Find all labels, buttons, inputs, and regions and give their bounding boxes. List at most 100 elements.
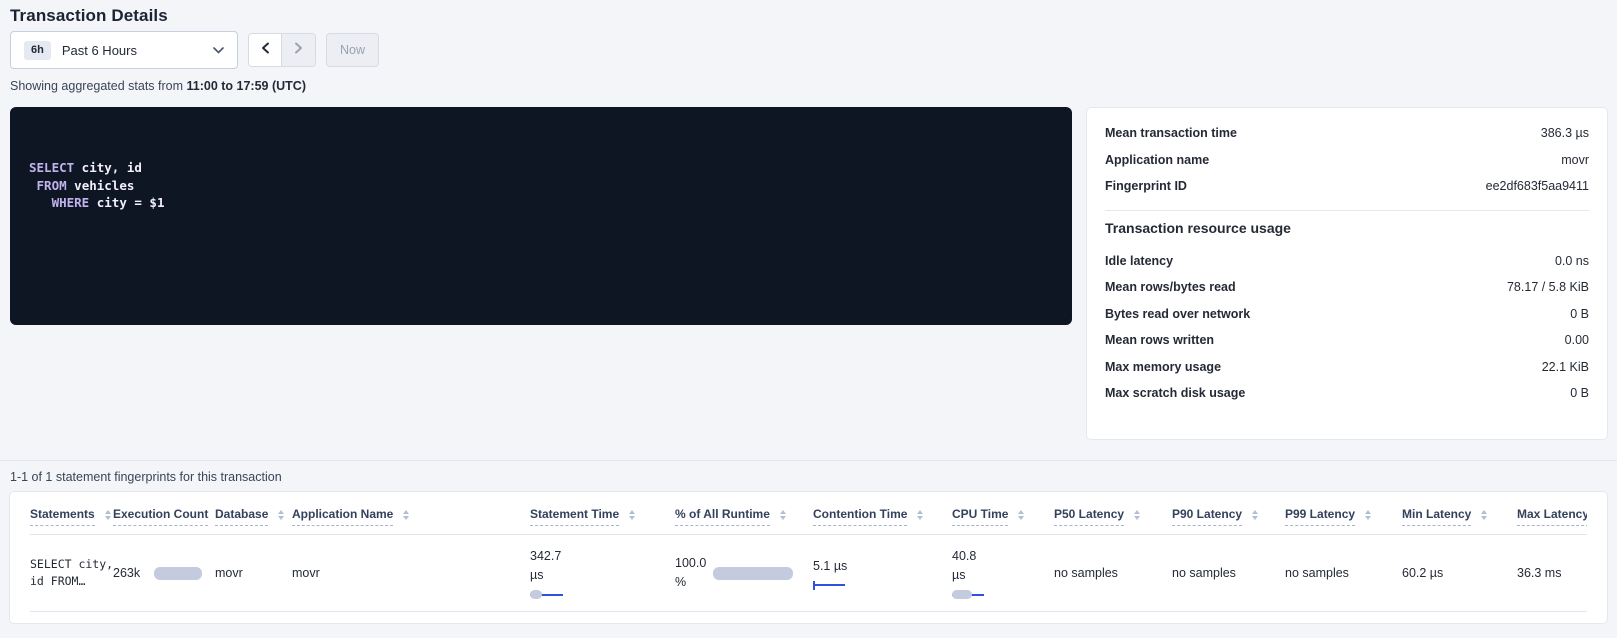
cell-value: 263k (113, 566, 140, 580)
cell-database: movr (215, 535, 292, 612)
cell-value: 342.7 (530, 547, 563, 566)
sort-icon (403, 510, 409, 523)
summary-label: Mean rows/bytes read (1105, 280, 1236, 294)
column-header-application-name[interactable]: Application Name (292, 492, 530, 535)
cell-value: movr (292, 566, 320, 580)
cell-value: no samples (1172, 566, 1236, 580)
now-button[interactable]: Now (326, 33, 379, 67)
column-header-cpu-time[interactable]: CPU Time (952, 492, 1054, 535)
cell-cpu-time: 40.8µs (952, 535, 1054, 612)
stddev-bar (952, 590, 972, 599)
start-tick (813, 581, 815, 590)
summary-value: movr (1561, 153, 1589, 167)
summary-usage-rows: Idle latency 0.0 ns Mean rows/bytes read 78… (1105, 248, 1589, 407)
column-label: P99 Latency (1285, 507, 1355, 526)
summary-value: 386.3 µs (1541, 126, 1589, 140)
column-label: Database (215, 507, 268, 526)
statements-table-caption: 1-1 of 1 statement fingerprints for this… (10, 470, 282, 484)
column-header-min-latency[interactable]: Min Latency (1402, 492, 1517, 535)
transaction-summary-card: Mean transaction time386.3 µsApplication… (1086, 107, 1608, 440)
cell-statement-time: 342.7µs (530, 535, 675, 612)
sort-icon (1252, 510, 1258, 523)
cell-p90-latency: no samples (1172, 535, 1285, 612)
prev-interval-button[interactable] (249, 34, 282, 66)
statements-table-header: Statements Execution Count Database Applica… (10, 492, 1607, 535)
summary-value: 22.1 KiB (1542, 360, 1589, 374)
summary-row: Fingerprint IDee2df683f5aa9411 (1105, 173, 1589, 200)
value-bar-graph (530, 590, 563, 599)
column-label: Statements (30, 507, 95, 526)
value-bar-graph (952, 590, 984, 599)
summary-value: ee2df683f5aa9411 (1486, 179, 1589, 193)
summary-row: Mean transaction time386.3 µs (1105, 120, 1589, 147)
cell-value: % (675, 573, 706, 592)
sort-icon (1134, 510, 1140, 523)
column-header-max-latency[interactable]: Max Latency (1517, 492, 1587, 535)
summary-label: Idle latency (1105, 254, 1173, 268)
statement-text: SELECT city, id FROM… (30, 556, 113, 590)
column-header-of-all-runtime[interactable]: % of All Runtime (675, 492, 813, 535)
summary-value: 0 B (1570, 307, 1589, 321)
cell-value: movr (215, 566, 243, 580)
summary-row: Mean rows/bytes read 78.17 / 5.8 KiB (1105, 274, 1589, 301)
summary-top-rows: Mean transaction time386.3 µsApplication… (1105, 120, 1589, 200)
mean-line (813, 584, 845, 586)
cell-execution-count: 263k (113, 535, 215, 612)
summary-row: Mean rows written0.00 (1105, 327, 1589, 354)
next-interval-button[interactable] (282, 34, 315, 66)
time-range-badge: 6h (24, 41, 51, 60)
summary-label: Max scratch disk usage (1105, 386, 1245, 400)
page-title: Transaction Details (10, 6, 168, 26)
sql-statement: SELECT city, id FROM vehicles WHERE city… (29, 159, 1053, 212)
summary-row: Bytes read over network 0 B (1105, 301, 1589, 328)
stddev-bar (530, 590, 542, 599)
chevron-down-icon (213, 47, 224, 54)
column-header-p99-latency[interactable]: P99 Latency (1285, 492, 1402, 535)
chevron-right-icon (294, 41, 303, 59)
cell-value: 60.2 µs (1402, 566, 1443, 580)
column-header-database[interactable]: Database (215, 492, 292, 535)
summary-row: Max memory usage22.1 KiB (1105, 354, 1589, 381)
cell-value: µs (530, 566, 563, 585)
column-label: P90 Latency (1172, 507, 1242, 526)
column-header-execution-count[interactable]: Execution Count (113, 492, 215, 535)
transaction-details-page: Transaction Details 6h Past 6 Hours Now … (0, 0, 1617, 638)
column-header-p50-latency[interactable]: P50 Latency (1054, 492, 1172, 535)
summary-row: Application name movr (1105, 147, 1589, 174)
sql-statement-box: SELECT city, id FROM vehicles WHERE city… (10, 107, 1072, 325)
time-nav-group (248, 33, 316, 67)
column-header-statement-time[interactable]: Statement Time (530, 492, 675, 535)
cell-max-latency: 36.3 ms (1517, 535, 1587, 612)
time-range-dropdown[interactable]: 6h Past 6 Hours (10, 31, 238, 69)
column-header-p90-latency[interactable]: P90 Latency (1172, 492, 1285, 535)
column-label: Max Latency (1517, 507, 1587, 526)
sort-icon (105, 510, 111, 523)
sort-icon (1018, 510, 1024, 523)
cell-pct-all-runtime: 100.0% (675, 535, 813, 612)
summary-value: 0 B (1570, 386, 1589, 400)
resource-usage-heading: Transaction resource usage (1105, 220, 1589, 236)
value-bar (713, 567, 793, 580)
value-bar-graph (813, 581, 845, 590)
summary-row: Idle latency 0.0 ns (1105, 248, 1589, 275)
sql-line: SELECT city, id (29, 159, 1053, 177)
summary-label: Application name (1105, 153, 1209, 167)
summary-value: 78.17 / 5.8 KiB (1507, 280, 1589, 294)
cell-statement-fingerprint[interactable]: SELECT city, id FROM… (30, 535, 113, 612)
summary-label: Bytes read over network (1105, 307, 1250, 321)
sql-keyword: FROM (37, 178, 67, 193)
sql-keyword: SELECT (29, 160, 74, 175)
sql-text (29, 178, 37, 193)
sql-text (29, 195, 52, 210)
chevron-left-icon (261, 41, 270, 59)
sql-text: city, id (74, 160, 142, 175)
summary-value: 0.0 ns (1555, 254, 1589, 268)
column-header-contention-time[interactable]: Contention Time (813, 492, 952, 535)
column-header-statements[interactable]: Statements (30, 492, 113, 535)
stats-range: 11:00 to 17:59 (UTC) (187, 79, 306, 93)
sql-keyword: WHERE (52, 195, 90, 210)
column-label: Execution Count (113, 507, 208, 526)
column-label: Contention Time (813, 507, 907, 526)
cell-p50-latency: no samples (1054, 535, 1172, 612)
column-label: CPU Time (952, 507, 1008, 526)
